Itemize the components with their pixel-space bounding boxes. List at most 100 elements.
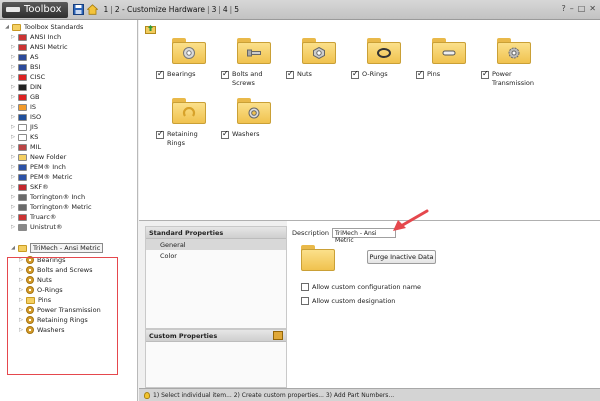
tree-item[interactable]: ▷ KS (10, 132, 38, 142)
purge-inactive-data-button[interactable]: Purge Inactive Data (367, 250, 436, 264)
up-folder-icon[interactable] (145, 24, 156, 34)
category-tile[interactable]: Bearings (156, 38, 216, 79)
expand-arrow-icon[interactable]: ▷ (10, 94, 16, 100)
step-2-link[interactable]: 2 - Customize Hardware (113, 5, 207, 14)
tile-checkbox[interactable] (156, 129, 164, 139)
expand-arrow-icon[interactable]: ▷ (10, 54, 16, 60)
expand-arrow-icon[interactable]: ▷ (10, 214, 16, 220)
folder-icon[interactable] (432, 38, 466, 64)
save-icon[interactable] (72, 4, 84, 15)
india-flag-icon (18, 103, 27, 111)
allow-custom-designation-checkbox[interactable] (301, 297, 309, 305)
folder-icon (12, 23, 21, 31)
expand-arrow-icon[interactable]: ▷ (10, 194, 16, 200)
category-tile[interactable]: Power Transmission (481, 38, 541, 88)
tree-item[interactable]: ▷ Truarc® (10, 212, 56, 222)
folder-icon[interactable] (237, 98, 271, 124)
home-icon[interactable] (86, 4, 98, 15)
tree-item[interactable]: ▷ MIL (10, 142, 41, 152)
collapse-arrow-icon[interactable]: ◢ (4, 24, 10, 30)
expand-arrow-icon[interactable]: ▷ (10, 204, 16, 210)
tree-item[interactable]: ▷ Unistrut® (10, 222, 62, 232)
standards-tree[interactable]: ◢ Toolbox Standards ▷ ANSI Inch ▷ ANSI Metr… (0, 20, 138, 401)
tile-checkbox[interactable] (481, 69, 489, 79)
prop-general[interactable]: General (146, 239, 286, 250)
collapse-arrow-icon[interactable]: ◢ (10, 245, 16, 251)
close-icon[interactable]: ✕ (589, 4, 596, 13)
tree-item[interactable]: ▷ IS (10, 102, 36, 112)
folder-icon[interactable] (172, 98, 206, 124)
category-tile[interactable]: Washers (221, 98, 281, 139)
folder-icon (18, 153, 27, 161)
tile-checkbox[interactable] (416, 69, 424, 79)
tree-item[interactable]: ▷ Torrington® Metric (10, 202, 91, 212)
tree-item[interactable]: ▷ AS (10, 52, 39, 62)
category-tile[interactable]: Nuts (286, 38, 346, 79)
expand-arrow-icon[interactable]: ▷ (10, 224, 16, 230)
tree-item[interactable]: ▷ JIS (10, 122, 38, 132)
allow-custom-config-checkbox[interactable] (301, 283, 309, 291)
tile-label: Power Transmission (481, 69, 541, 88)
mil-icon (18, 143, 27, 151)
step-1-link[interactable]: 1 (102, 5, 111, 14)
folder-icon[interactable] (302, 38, 336, 64)
prop-color[interactable]: Color (146, 250, 286, 261)
category-tile[interactable]: Pins (416, 38, 476, 79)
step-4-link[interactable]: 4 (221, 5, 230, 14)
tree-item[interactable]: ▷ GB (10, 92, 39, 102)
germany-flag-icon (18, 83, 27, 91)
allow-custom-designation-option[interactable]: Allow custom designation (301, 296, 395, 305)
step-5-link[interactable]: 5 (232, 5, 241, 14)
tree-item[interactable]: ▷ ISO (10, 112, 41, 122)
folder-icon[interactable] (367, 38, 401, 64)
tree-item[interactable]: ▷ BSI (10, 62, 40, 72)
expand-arrow-icon[interactable]: ▷ (10, 44, 16, 50)
expand-arrow-icon[interactable]: ▷ (10, 174, 16, 180)
tree-item[interactable]: ▷ PEM® Inch (10, 162, 66, 172)
expand-arrow-icon[interactable]: ▷ (10, 64, 16, 70)
category-tile[interactable]: Retaining Rings (156, 98, 216, 148)
allow-custom-config-option[interactable]: Allow custom configuration name (301, 282, 421, 291)
category-tile[interactable]: O-Rings (351, 38, 411, 79)
tree-item[interactable]: ▷ DIN (10, 82, 42, 92)
expand-arrow-icon[interactable]: ▷ (10, 184, 16, 190)
expand-arrow-icon[interactable]: ▷ (10, 74, 16, 80)
expand-arrow-icon[interactable]: ▷ (10, 144, 16, 150)
category-tile[interactable]: Bolts and Screws (221, 38, 281, 88)
expand-arrow-icon[interactable]: ▷ (10, 124, 16, 130)
expand-arrow-icon[interactable]: ▷ (10, 34, 16, 40)
pem-icon (18, 173, 27, 181)
tile-label: Retaining Rings (156, 129, 216, 148)
help-icon[interactable]: ? (561, 4, 565, 13)
folder-icon[interactable] (237, 38, 271, 64)
tree-item[interactable]: ▷ ANSI Inch (10, 32, 61, 42)
tree-item[interactable]: ▷ SKF® (10, 182, 49, 192)
expand-arrow-icon[interactable]: ▷ (10, 114, 16, 120)
tree-root[interactable]: ◢ Toolbox Standards (4, 22, 83, 32)
expand-arrow-icon[interactable]: ▷ (10, 84, 16, 90)
tile-checkbox[interactable] (156, 69, 164, 79)
expand-arrow-icon[interactable]: ▷ (10, 154, 16, 160)
torrington-icon (18, 203, 27, 211)
tile-checkbox[interactable] (351, 69, 359, 79)
edit-properties-icon[interactable] (273, 331, 283, 340)
tree-item[interactable]: ▷ ANSI Metric (10, 42, 68, 52)
expand-arrow-icon[interactable]: ▷ (10, 164, 16, 170)
australia-flag-icon (18, 53, 27, 61)
tree-item[interactable]: ▷ CISC (10, 72, 45, 82)
folder-icon[interactable] (497, 38, 531, 64)
app-badge[interactable]: Toolbox (2, 1, 68, 18)
tree-item[interactable]: ▷ Torrington® Inch (10, 192, 85, 202)
expand-arrow-icon[interactable]: ▷ (10, 104, 16, 110)
maximize-icon[interactable]: □ (578, 4, 586, 13)
expand-arrow-icon[interactable]: ▷ (10, 134, 16, 140)
tree-item[interactable]: ▷ New Folder (10, 152, 66, 162)
folder-icon[interactable] (172, 38, 206, 64)
tile-checkbox[interactable] (221, 69, 229, 79)
tile-checkbox[interactable] (221, 129, 229, 139)
minimize-icon[interactable]: – (570, 4, 574, 13)
tree-item[interactable]: ▷ PEM® Metric (10, 172, 72, 182)
tile-checkbox[interactable] (286, 69, 294, 79)
step-3-link[interactable]: 3 (210, 5, 219, 14)
tree-item-custom-standard[interactable]: ◢ TriMech - Ansi Metric (10, 243, 104, 253)
